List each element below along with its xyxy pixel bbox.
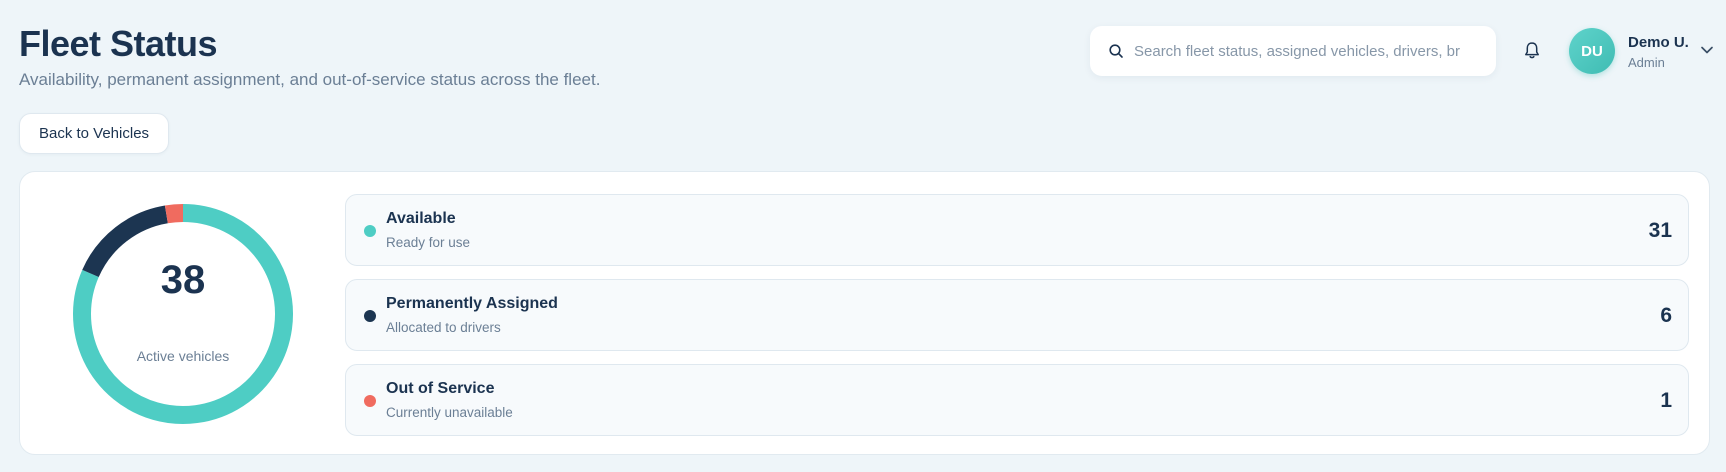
- user-name[interactable]: Demo U.: [1628, 34, 1689, 51]
- bell-icon[interactable]: [1522, 40, 1542, 62]
- status-dot-assigned: [364, 310, 376, 322]
- user-role: Admin: [1628, 55, 1665, 70]
- page-subtitle: Availability, permanent assignment, and …: [19, 70, 601, 89]
- status-label: Permanently Assigned: [386, 295, 558, 312]
- avatar[interactable]: DU: [1569, 28, 1615, 74]
- status-description: Ready for use: [386, 235, 471, 250]
- status-label: Available: [386, 210, 456, 227]
- status-dot-out-of-service: [364, 395, 376, 407]
- donut-segment-out-of-service: [164, 204, 184, 224]
- status-count: 6: [1660, 304, 1672, 327]
- search-input[interactable]: [1134, 26, 1484, 76]
- total-vehicles-caption: Active vehicles: [136, 348, 230, 364]
- status-row-available[interactable]: Available Ready for use 31: [345, 194, 1689, 266]
- status-dot-available: [364, 225, 376, 237]
- search-icon: [1109, 44, 1123, 58]
- search-box[interactable]: [1090, 26, 1496, 76]
- status-description: Currently unavailable: [386, 405, 513, 420]
- back-to-vehicles-button[interactable]: Back to Vehicles: [19, 113, 169, 154]
- status-count: 31: [1648, 219, 1672, 242]
- status-donut-chart: [73, 204, 293, 424]
- status-label: Out of Service: [386, 380, 495, 397]
- fleet-status-card: 38 Active vehicles Available Ready for u…: [19, 171, 1710, 455]
- status-description: Allocated to drivers: [386, 320, 501, 335]
- total-vehicles-count: 38: [160, 258, 206, 302]
- page-header: Fleet Status Availability, permanent ass…: [19, 22, 600, 90]
- page-title: Fleet Status: [19, 23, 218, 64]
- status-row-permanently-assigned[interactable]: Permanently Assigned Allocated to driver…: [345, 279, 1689, 351]
- chevron-down-icon[interactable]: [1700, 44, 1714, 56]
- status-count: 1: [1660, 389, 1672, 412]
- status-row-out-of-service[interactable]: Out of Service Currently unavailable 1: [345, 364, 1689, 436]
